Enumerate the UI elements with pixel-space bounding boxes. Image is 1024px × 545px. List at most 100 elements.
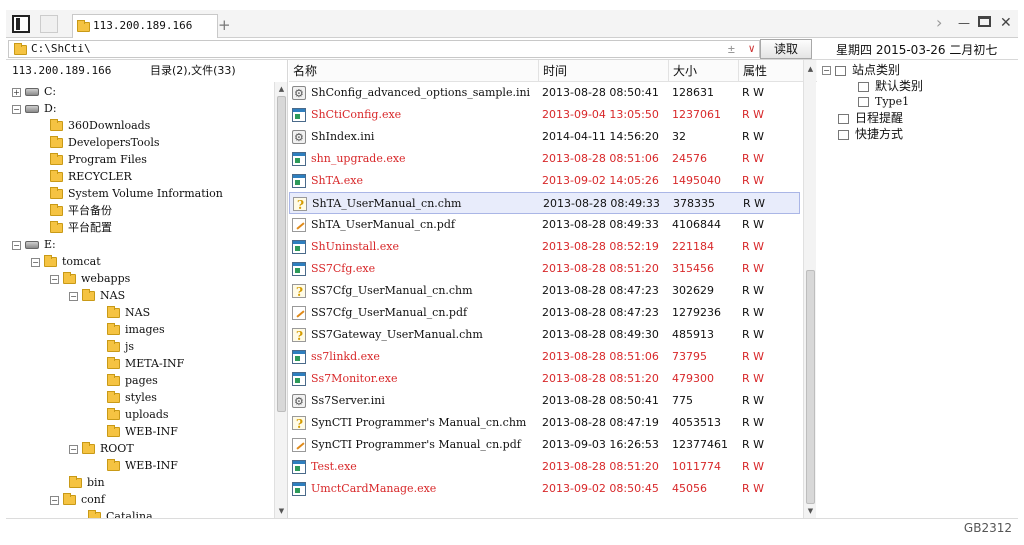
tree-node[interactable]: images	[107, 321, 165, 338]
tree-node[interactable]: − D:	[12, 100, 57, 117]
column-size[interactable]: 大小	[669, 60, 739, 82]
close-button[interactable]: ✕	[1000, 14, 1012, 32]
path-text: C:\ShCti\	[31, 42, 91, 55]
panel-toggle-icon[interactable]	[12, 15, 30, 33]
chm-file-icon	[292, 413, 306, 435]
file-attr: R W	[742, 108, 765, 121]
file-row[interactable]: shn_upgrade.exe 2013-08-28 08:51:06 24576 R…	[289, 148, 800, 170]
maximize-button[interactable]	[978, 16, 991, 27]
tree-node[interactable]: uploads	[107, 406, 169, 423]
tree-node[interactable]: WEB-INF	[107, 457, 178, 474]
minimize-button[interactable]: —	[958, 14, 970, 32]
tree-node[interactable]: 平台备份	[50, 202, 112, 219]
file-row[interactable]: ShTA_UserManual_cn.pdf 2013-08-28 08:49:3…	[289, 214, 800, 236]
tab-connection[interactable]: 113.200.189.166	[72, 14, 218, 38]
tree-node[interactable]: System Volume Information	[50, 185, 223, 202]
file-scroll-thumb[interactable]	[806, 270, 815, 504]
file-row[interactable]: ShCtiConfig.exe 2013-09-04 13:05:50 123706…	[289, 104, 800, 126]
tree-node[interactable]: WEB-INF	[107, 423, 178, 440]
tree-scroll-thumb[interactable]	[277, 96, 286, 412]
file-row[interactable]: ShUninstall.exe 2013-08-28 08:52:19 221184…	[289, 236, 800, 258]
file-row[interactable]: ShTA.exe 2013-09-02 14:05:26 1495040 R W	[289, 170, 800, 192]
tree-node[interactable]: NAS	[107, 304, 150, 321]
file-name: ShTA_UserManual_cn.chm	[312, 197, 462, 210]
file-row[interactable]: ss7linkd.exe 2013-08-28 08:51:06 73795 R W	[289, 346, 800, 368]
file-row[interactable]: SS7Cfg.exe 2013-08-28 08:51:20 315456 R W	[289, 258, 800, 280]
file-row[interactable]: ShIndex.ini 2014-04-11 14:56:20 32 R W	[289, 126, 800, 149]
collapse-icon[interactable]: −	[69, 444, 78, 454]
column-time[interactable]: 时间	[539, 60, 669, 82]
tree-node[interactable]: 平台配置	[50, 219, 112, 236]
file-row[interactable]: ShTA_UserManual_cn.chm 2013-08-28 08:49:3…	[289, 192, 800, 216]
tree-node[interactable]: DevelopersTools	[50, 134, 160, 151]
site-tree-item[interactable]: 默认类别	[858, 78, 923, 94]
file-time: 2013-09-02 14:05:26	[542, 174, 659, 187]
column-name[interactable]: 名称	[289, 60, 539, 82]
file-row[interactable]: SynCTI Programmer's Manual_cn.pdf 2013-09…	[289, 434, 800, 456]
folder-icon	[82, 442, 95, 454]
tree-node-label: META-INF	[125, 357, 185, 370]
file-time: 2013-08-28 08:51:06	[542, 152, 659, 165]
tab-thumbnail-icon[interactable]	[40, 15, 58, 33]
collapse-icon[interactable]: −	[50, 274, 59, 284]
tree-scrollbar[interactable]: ▲ ▼	[274, 82, 287, 518]
file-row[interactable]: Test.exe 2013-08-28 08:51:20 1011774 R W	[289, 456, 800, 478]
tree-node[interactable]: META-INF	[107, 355, 184, 372]
tree-node[interactable]: js	[107, 338, 134, 355]
file-row[interactable]: SS7Cfg_UserManual_cn.chm 2013-08-28 08:47…	[289, 280, 800, 303]
file-row[interactable]: SS7Cfg_UserManual_cn.pdf 2013-08-28 08:47…	[289, 302, 800, 324]
new-tab-button[interactable]: +	[218, 16, 231, 34]
chevron-right-icon[interactable]: ›	[936, 14, 942, 32]
tree-node[interactable]: styles	[107, 389, 157, 406]
tree-node[interactable]: − ROOT	[69, 440, 134, 457]
tree-node-label: tomcat	[62, 255, 101, 268]
tree-node[interactable]: Catalina	[88, 508, 153, 518]
scroll-down-icon[interactable]: ▼	[275, 506, 287, 516]
site-tree-item[interactable]: Type1	[858, 94, 909, 110]
tree-node[interactable]: pages	[107, 372, 158, 389]
scroll-up-icon[interactable]: ▲	[804, 64, 817, 74]
file-row[interactable]: SynCTI Programmer's Manual_cn.chm 2013-08…	[289, 412, 800, 435]
file-row[interactable]: ShConfig_advanced_options_sample.ini 2013…	[289, 82, 800, 105]
tree-node[interactable]: + C:	[12, 83, 56, 100]
folder-icon	[82, 289, 95, 301]
collapse-icon[interactable]: −	[12, 240, 21, 250]
scroll-down-icon[interactable]: ▼	[804, 506, 817, 516]
site-tree-item[interactable]: 日程提醒	[838, 110, 903, 126]
directory-tree: + C: − D: 360Downloads DevelopersTools Program…	[6, 82, 276, 518]
tree-node-label: uploads	[125, 408, 169, 421]
chevron-down-icon[interactable]: ∨	[748, 41, 755, 57]
tree-node[interactable]: − conf	[50, 491, 105, 508]
scroll-up-icon[interactable]: ▲	[275, 84, 287, 94]
collapse-icon[interactable]: −	[50, 495, 59, 505]
collapse-icon[interactable]: −	[31, 257, 40, 267]
collapse-icon[interactable]: −	[12, 104, 21, 114]
status-bar: GB2312	[6, 518, 1018, 540]
tree-node[interactable]: − NAS	[69, 287, 125, 304]
exe-file-icon	[292, 482, 306, 496]
file-row[interactable]: SS7Gateway_UserManual.chm 2013-08-28 08:4…	[289, 324, 800, 347]
file-row[interactable]: Ss7Monitor.exe 2013-08-28 08:51:20 479300 R…	[289, 368, 800, 390]
file-row[interactable]: Ss7Server.ini 2013-08-28 08:50:41 775 R W	[289, 390, 800, 413]
file-rows: ShConfig_advanced_options_sample.ini 2013…	[289, 82, 801, 518]
expand-icon[interactable]: +	[12, 87, 21, 97]
tree-node[interactable]: RECYCLER	[50, 168, 132, 185]
column-attr[interactable]: 属性	[739, 60, 801, 82]
pin-icon[interactable]: ±	[728, 41, 735, 57]
file-row[interactable]: UmctCardManage.exe 2013-09-02 08:50:45 450…	[289, 478, 800, 500]
file-scrollbar[interactable]: ▲ ▼	[803, 60, 816, 518]
tree-node[interactable]: Program Files	[50, 151, 147, 168]
collapse-icon[interactable]: −	[69, 291, 78, 301]
site-tree-item[interactable]: 快捷方式	[838, 126, 903, 142]
tree-node[interactable]: − tomcat	[31, 253, 101, 270]
exe-file-icon	[292, 240, 306, 254]
tree-node[interactable]: bin	[69, 474, 105, 491]
title-bar: 113.200.189.166 + › — ✕	[6, 10, 1018, 38]
tree-node[interactable]: − webapps	[50, 270, 130, 287]
path-input[interactable]: C:\ShCti\ ± ∨	[8, 40, 760, 58]
tree-node[interactable]: − E:	[12, 236, 56, 253]
tree-node[interactable]: 360Downloads	[50, 117, 150, 134]
read-button[interactable]: 读取	[760, 39, 812, 59]
collapse-icon[interactable]: −	[822, 66, 831, 75]
site-tree-item[interactable]: − 站点类别	[822, 62, 900, 78]
